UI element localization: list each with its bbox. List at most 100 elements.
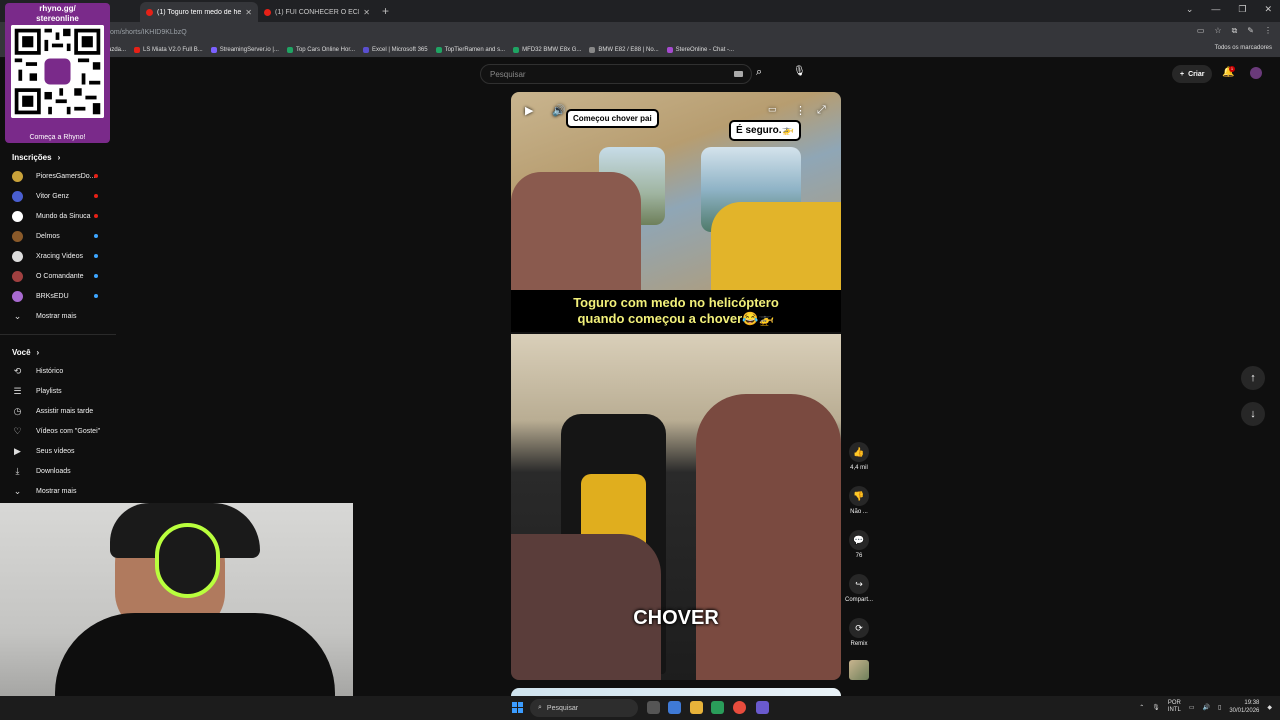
channel-avatar: [12, 190, 23, 202]
bookmark-item[interactable]: LS Miata V2.0 Full B...: [134, 46, 203, 53]
bookmark-label: Top Cars Online Hor...: [295, 46, 355, 53]
previous-short-button[interactable]: ↑: [1241, 366, 1265, 390]
person-figure: [711, 202, 841, 292]
remix-button[interactable]: ⟳ Remix: [843, 618, 875, 647]
tab-close-icon[interactable]: ✕: [245, 8, 252, 17]
maximize-button[interactable]: ❐: [1238, 4, 1246, 15]
windows-start-icon[interactable]: [512, 702, 523, 713]
captions-icon[interactable]: ▭: [768, 104, 777, 115]
volume-icon[interactable]: 🔊: [552, 104, 566, 117]
bookmark-star-icon[interactable]: ☆: [1214, 26, 1221, 36]
bookmark-label: BMW E82 / E88 | No...: [598, 46, 659, 53]
bookmark-item[interactable]: MFD32 BMW E8x G...: [513, 46, 581, 53]
sidebar-item-watch-later[interactable]: ◷ Assistir mais tarde: [0, 401, 116, 421]
you-heading[interactable]: Você ›: [0, 343, 116, 361]
tab-toguro[interactable]: (1) Toguro tem medo de helicóp ✕: [140, 2, 258, 22]
chrome-icon[interactable]: [733, 701, 746, 714]
sidebar-item-your-videos[interactable]: ▶ Seus vídeos: [0, 441, 116, 461]
volume-tray-icon[interactable]: 🔊: [1203, 704, 1210, 711]
tray-chevron-icon[interactable]: ⌃: [1139, 704, 1144, 711]
pen-icon[interactable]: ✎: [1247, 26, 1254, 36]
sidebar-item-subscription[interactable]: BRKsEDU: [0, 286, 116, 306]
file-explorer-icon[interactable]: [690, 701, 703, 714]
clock[interactable]: 19:38 30/01/2026: [1229, 699, 1259, 715]
arrow-up-icon: ↑: [1250, 372, 1256, 384]
next-short-button[interactable]: ↓: [1241, 402, 1265, 426]
play-icon[interactable]: ▶: [525, 104, 533, 117]
bookmark-item[interactable]: StereOnline - Chat -...: [666, 46, 734, 53]
microphone-icon[interactable]: 🎙: [793, 66, 806, 80]
channel-avatar: [12, 270, 23, 282]
fullscreen-icon[interactable]: ⤢: [817, 104, 826, 117]
channel-avatar: [12, 230, 23, 242]
bookmark-item[interactable]: Top Cars Online Hor...: [286, 46, 355, 53]
create-button[interactable]: + Criar: [1172, 65, 1213, 83]
bookmark-item[interactable]: azda...: [108, 47, 126, 53]
copilot-icon[interactable]: [668, 701, 681, 714]
chevron-right-icon: ›: [57, 152, 61, 162]
sidebar-item-subscription[interactable]: PioresGamersDo...: [0, 166, 116, 186]
search-icon[interactable]: ⌕: [756, 66, 762, 79]
task-view-icon[interactable]: [647, 701, 660, 714]
sidebar-item-subscription[interactable]: Vitor Genz: [0, 186, 116, 206]
tab-eclipse[interactable]: (1) FUI CONHECER O ECLIPSE M ✕: [258, 2, 376, 22]
sidebar-item-subscription[interactable]: Xracing Videos: [0, 246, 116, 266]
toolbar-icons: ▭ ☆ ⧉ ✎ ⋮: [1197, 26, 1272, 36]
bookmark-item[interactable]: Excel | Microsoft 365: [363, 46, 428, 53]
sidebar-item-downloads[interactable]: ⤓ Downloads: [0, 461, 116, 481]
language-indicator[interactable]: POR INTL: [1168, 700, 1181, 714]
sidebar-item-playlists[interactable]: ☰ Playlists: [0, 381, 116, 401]
dislike-button[interactable]: 👎 Não ...: [843, 486, 875, 515]
all-bookmarks[interactable]: Todos os marcadores: [1215, 45, 1272, 51]
subscriptions-heading[interactable]: Inscrições ›: [0, 148, 116, 166]
menu-icon[interactable]: ⋮: [1264, 26, 1272, 36]
tab-close-icon[interactable]: ✕: [363, 8, 370, 17]
sidebar-item-liked-videos[interactable]: ♡ Vídeos com "Gostei": [0, 421, 116, 441]
sound-thumbnail[interactable]: [849, 660, 869, 680]
subscriptions-show-more[interactable]: ⌄ Mostrar mais: [0, 306, 116, 326]
minimize-button[interactable]: —: [1211, 4, 1220, 15]
bookmark-favicon-icon: [435, 46, 442, 53]
bookmark-item[interactable]: BMW E82 / E88 | No...: [589, 46, 659, 53]
person-figure: [696, 394, 841, 680]
new-tab-button[interactable]: +: [382, 4, 389, 18]
comment-icon: 💬: [849, 530, 869, 550]
bookmark-label: Excel | Microsoft 365: [372, 46, 428, 53]
bookmark-item[interactable]: TopTierRamen and s...: [435, 46, 506, 53]
search-input[interactable]: Pesquisar: [480, 64, 752, 84]
channel-avatar: [12, 290, 23, 302]
bookmark-label: TopTierRamen and s...: [444, 46, 506, 53]
headset-icon: [155, 523, 220, 598]
share-button[interactable]: ↪ Compart...: [843, 574, 875, 603]
comments-button[interactable]: 💬 76: [843, 530, 875, 559]
bookmark-favicon-icon: [210, 46, 217, 53]
network-icon[interactable]: ▭: [1189, 704, 1195, 711]
sidebar-item-subscription[interactable]: Mundo da Sinuca: [0, 206, 116, 226]
sidebar-item-subscription[interactable]: Delmos: [0, 226, 116, 246]
sidebar-item-history[interactable]: ⟲ Histórico: [0, 361, 116, 381]
avatar[interactable]: [1250, 67, 1262, 79]
store-icon[interactable]: [711, 701, 724, 714]
url-field[interactable]: om/shorts/IKHID9KLbzQ: [110, 29, 187, 36]
close-window-button[interactable]: ✕: [1264, 4, 1272, 15]
extensions-icon[interactable]: ⧉: [1232, 26, 1238, 36]
sidebar-item-subscription[interactable]: O Comandante: [0, 266, 116, 286]
screen: (1) Toguro tem medo de helicóp ✕ (1) FUI…: [0, 0, 1280, 720]
bookmark-item[interactable]: StreamingServer.io |...: [210, 46, 279, 53]
taskbar-search[interactable]: ⌕ Pesquisar: [530, 699, 638, 717]
battery-icon[interactable]: ▯: [1218, 704, 1221, 711]
show-more-label: Mostrar mais: [36, 487, 77, 495]
like-button[interactable]: 👍 4,4 mil: [843, 442, 875, 471]
microphone-tray-icon[interactable]: 🎙: [1152, 704, 1160, 711]
watch-later-icon: ◷: [13, 405, 22, 416]
webcam-overlay: [0, 503, 353, 720]
notifications-icon[interactable]: ◆: [1267, 704, 1272, 711]
shorts-player[interactable]: Toguro com medo no helicóptero quando co…: [511, 92, 841, 680]
you-show-more[interactable]: ⌄ Mostrar mais: [0, 481, 116, 501]
tab-search-icon[interactable]: ⌄: [1186, 4, 1194, 15]
subscriptions-heading-label: Inscrições: [12, 152, 52, 162]
cast-icon[interactable]: ▭: [1197, 26, 1205, 36]
more-options-icon[interactable]: ⋮: [795, 104, 806, 117]
keyboard-icon[interactable]: [734, 71, 743, 77]
discord-icon[interactable]: [756, 701, 769, 714]
